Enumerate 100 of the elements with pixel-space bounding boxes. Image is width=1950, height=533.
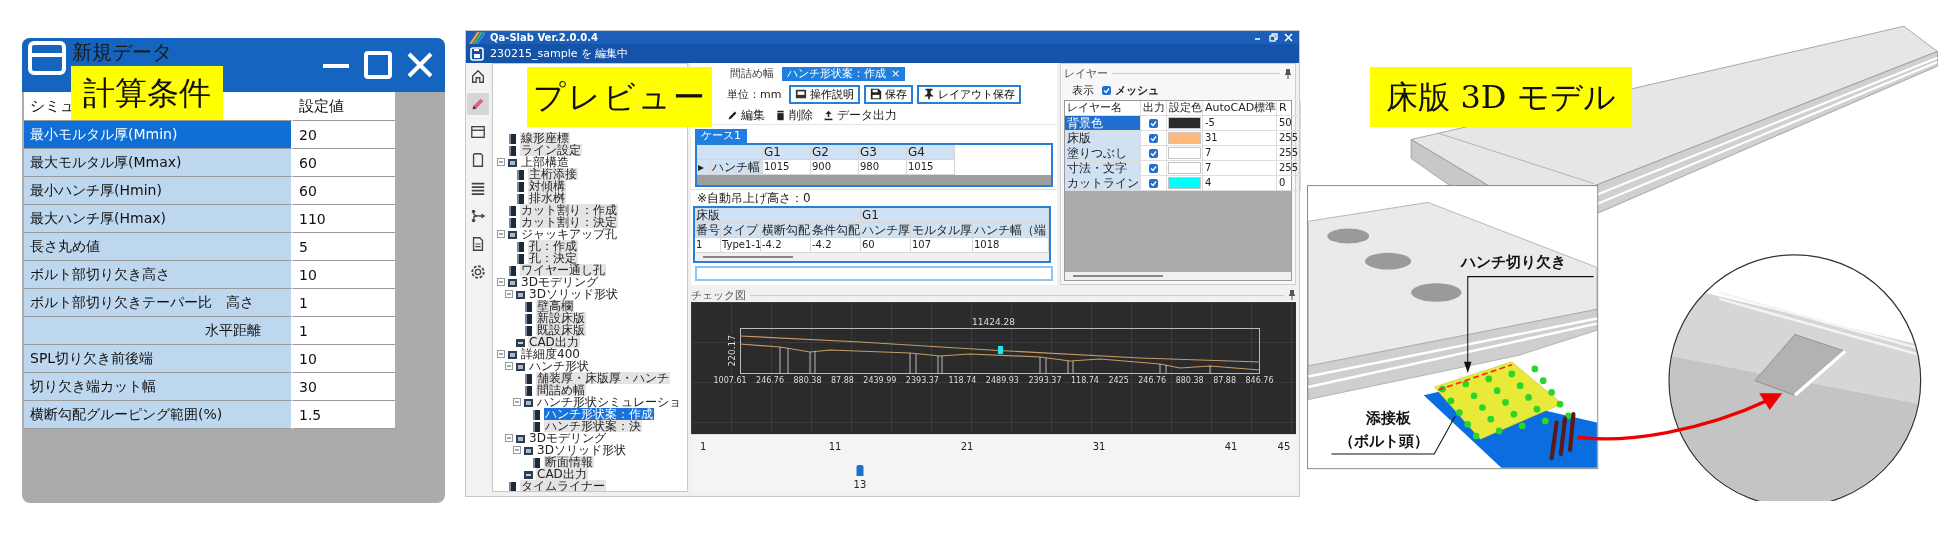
tree-item[interactable]: 3Dソリッド形状 — [536, 444, 627, 456]
tree-item[interactable]: タイムライナー — [520, 480, 606, 491]
tree-item[interactable]: 線形座標 — [520, 132, 570, 144]
setting-value[interactable]: 1 — [293, 289, 395, 317]
setting-value[interactable]: 60 — [293, 177, 395, 205]
tree-item[interactable]: CAD出力 — [536, 468, 588, 480]
color-swatch[interactable] — [1168, 177, 1201, 189]
setting-value[interactable]: 10 — [293, 345, 395, 373]
collapse-toggle-icon[interactable] — [497, 158, 505, 166]
output-checkbox[interactable] — [1149, 133, 1158, 143]
tree-item[interactable]: 新設床版 — [536, 312, 586, 324]
tree-item[interactable]: ハンチ形状シミュレーショ — [536, 396, 682, 408]
tree-item[interactable]: 主桁添接 — [528, 168, 578, 180]
setting-name[interactable]: 最大モルタル厚(Mmax) — [24, 149, 293, 177]
layer-name[interactable]: 背景色 — [1065, 116, 1141, 131]
folder-icon — [507, 228, 518, 240]
tree-item[interactable]: 詳細度400 — [520, 348, 581, 360]
setting-name[interactable]: 水平距離 — [24, 317, 293, 345]
output-checkbox[interactable] — [1149, 178, 1158, 188]
table-cell: 1015 — [763, 160, 811, 175]
mesh-checkbox[interactable]: メッシュ — [1102, 82, 1159, 98]
toolbar-button[interactable]: 保存 — [864, 84, 914, 104]
setting-name[interactable]: 横断勾配グルーピング範囲(%) — [24, 401, 293, 429]
setting-value[interactable]: 1.5 — [293, 401, 395, 429]
collapse-toggle-icon[interactable] — [513, 446, 521, 454]
tree-item[interactable]: CAD出力 — [528, 336, 580, 348]
pin-icon[interactable] — [1284, 68, 1292, 79]
setting-value[interactable]: 60 — [293, 149, 395, 177]
toolbar-button[interactable]: 編集 — [727, 107, 765, 124]
tab[interactable]: ケース1 — [695, 129, 747, 143]
tree-item[interactable]: 孔：決定 — [528, 252, 578, 264]
color-swatch[interactable] — [1168, 117, 1201, 129]
tree-item[interactable]: ジャッキアップ孔 — [520, 228, 618, 240]
setting-value[interactable]: 10 — [293, 261, 395, 289]
layer-name[interactable]: カットライン — [1065, 176, 1141, 191]
scrollbar-thumb[interactable] — [1073, 275, 1163, 277]
color-swatch[interactable] — [1168, 132, 1201, 144]
setting-name[interactable]: ボルト部切り欠きテーパー比 高さ — [24, 289, 293, 317]
tab[interactable]: ハンチ形状案：作成 × — [782, 67, 906, 81]
output-checkbox[interactable] — [1149, 148, 1158, 158]
tree-item[interactable]: 壁高欄 — [536, 300, 574, 312]
setting-value[interactable]: 110 — [293, 205, 395, 233]
collapse-toggle-icon[interactable] — [505, 290, 513, 298]
setting-value[interactable]: 5 — [293, 233, 395, 261]
toolbar-button[interactable]: 操作説明 — [789, 84, 861, 104]
tree-item[interactable]: カット割り：決定 — [520, 216, 618, 228]
collapse-toggle-icon[interactable] — [513, 398, 521, 406]
setting-name[interactable]: 最大ハンチ厚(Hmax) — [24, 205, 293, 233]
toolbar-button[interactable]: レイアウト保存 — [917, 84, 1022, 104]
tree-item[interactable]: 断面情報 — [544, 456, 594, 468]
setting-value[interactable]: 1 — [293, 317, 395, 345]
tree-item[interactable]: 3Dソリッド形状 — [528, 288, 619, 300]
setting-name[interactable]: ボルト部切り欠き高さ — [24, 261, 293, 289]
tree-item[interactable]: 上部構造 — [520, 156, 570, 168]
tree-item[interactable]: ワイヤー通し孔 — [520, 264, 606, 276]
toolbar-button[interactable]: 削除 — [775, 107, 813, 124]
restore-icon[interactable] — [1269, 33, 1278, 42]
tree-item[interactable]: カット割り：作成 — [520, 204, 618, 216]
collapse-toggle-icon[interactable] — [497, 350, 505, 358]
pin-icon — [923, 88, 936, 100]
setting-name[interactable]: SPL切り欠き前後端 — [24, 345, 293, 373]
close-icon[interactable] — [1284, 33, 1293, 42]
color-swatch[interactable] — [1168, 147, 1201, 159]
collapse-toggle-icon[interactable] — [505, 434, 513, 442]
tree-item[interactable]: 舗装厚・床版厚・ハンチ — [536, 372, 670, 384]
tree-item[interactable]: 既設床版 — [536, 324, 586, 336]
tree-item[interactable]: ハンチ形状案：作成 — [544, 408, 654, 420]
maximize-icon[interactable] — [363, 50, 393, 80]
tree-item[interactable]: ライン設定 — [520, 144, 582, 156]
setting-name[interactable]: 最小ハンチ厚(Hmin) — [24, 177, 293, 205]
tree-item[interactable]: 3Dモデリング — [520, 276, 599, 288]
tree-item[interactable]: 3Dモデリング — [528, 432, 607, 444]
close-tab-button[interactable]: × — [891, 67, 901, 81]
tree-item[interactable]: 対傾構 — [528, 180, 566, 192]
collapse-toggle-icon[interactable] — [505, 362, 513, 370]
tree-item[interactable]: 間詰め幅 — [536, 384, 586, 396]
output-checkbox[interactable] — [1149, 163, 1158, 173]
layer-name[interactable]: 寸法・文字 — [1065, 161, 1141, 176]
layer-name[interactable]: 床版 — [1065, 131, 1141, 146]
setting-value[interactable]: 20 — [293, 121, 395, 149]
layer-name[interactable]: 塗りつぶし — [1065, 146, 1141, 161]
setting-name[interactable]: 最小モルタル厚(Mmin) — [24, 121, 293, 149]
setting-name[interactable]: 長さ丸め値 — [24, 233, 293, 261]
output-checkbox[interactable] — [1149, 118, 1158, 128]
color-swatch[interactable] — [1168, 162, 1201, 174]
pin-icon[interactable] — [1288, 290, 1296, 300]
setting-name[interactable]: 切り欠き端カット幅 — [24, 373, 293, 401]
tab[interactable]: 間詰め幅 — [725, 67, 779, 81]
close-icon[interactable] — [405, 50, 435, 80]
tree-item[interactable]: 孔：作成 — [528, 240, 578, 252]
tree-item[interactable]: ハンチ形状案：決 — [544, 420, 642, 432]
timeline-marker[interactable] — [856, 465, 864, 476]
tree-item[interactable]: 排水桝 — [528, 192, 566, 204]
save-icon[interactable] — [470, 46, 484, 61]
toolbar-button[interactable]: データ出力 — [823, 107, 897, 124]
collapse-toggle-icon[interactable] — [497, 230, 505, 238]
setting-value[interactable]: 30 — [293, 373, 395, 401]
collapse-toggle-icon[interactable] — [497, 278, 505, 286]
scrollbar-thumb[interactable] — [703, 256, 793, 258]
tree-item[interactable]: ハンチ形状 — [528, 360, 590, 372]
